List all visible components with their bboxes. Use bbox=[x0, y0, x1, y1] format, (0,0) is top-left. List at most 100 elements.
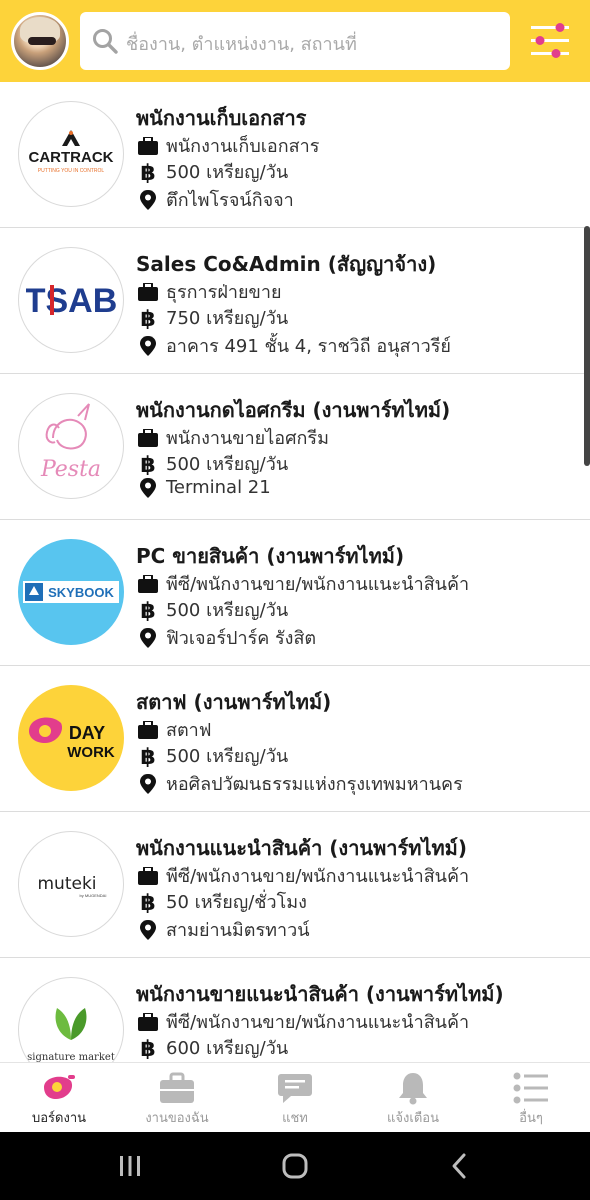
search-icon bbox=[93, 29, 118, 54]
baht-icon: ฿ bbox=[140, 891, 155, 913]
job-title: Sales Co&Admin (สัญญาจ้าง) bbox=[136, 252, 437, 276]
job-wage: ฿ 50 เหรียญ/ชั่วโมง bbox=[138, 887, 307, 916]
job-wage: ฿ 750 เหรียญ/วัน bbox=[138, 303, 288, 332]
job-title: สตาฟ (งานพาร์ทไทม์) bbox=[136, 690, 332, 714]
job-position: พีซี/พนักงานขาย/พนักงานแนะนำสินค้า bbox=[138, 569, 469, 598]
svg-text:WORK: WORK bbox=[67, 744, 115, 761]
job-card[interactable]: CARTRACK PUTTING YOU IN CONTROL พนักงานเ… bbox=[0, 82, 590, 228]
tab-notifications[interactable]: แจ้งเตือน bbox=[354, 1063, 472, 1132]
map-pin-icon bbox=[140, 919, 156, 940]
svg-text:PUTTING YOU IN CONTROL: PUTTING YOU IN CONTROL bbox=[38, 168, 105, 174]
more-list-icon bbox=[513, 1072, 548, 1104]
svg-text:TSAB: TSAB bbox=[26, 282, 116, 320]
baht-icon: ฿ bbox=[140, 745, 155, 767]
job-title: พนักงานแนะนำสินค้า (งานพาร์ทไทม์) bbox=[136, 836, 468, 860]
chat-icon bbox=[278, 1074, 312, 1103]
svg-text:CARTRACK: CARTRACK bbox=[29, 149, 114, 166]
job-position: พนักงานขายไอศกรีม bbox=[138, 423, 329, 452]
home-icon[interactable] bbox=[278, 1150, 312, 1182]
briefcase-icon bbox=[138, 574, 158, 593]
svg-text:฿: ฿ bbox=[140, 307, 155, 329]
job-position: พีซี/พนักงานขาย/พนักงานแนะนำสินค้า bbox=[138, 861, 469, 890]
job-location: สามย่านมิตรทาวน์ bbox=[138, 915, 310, 944]
job-card[interactable]: muteki by MUGENDAI พนักงานแนะนำสินค้า (ง… bbox=[0, 812, 590, 958]
job-position: ธุรการฝ่ายขาย bbox=[138, 277, 282, 306]
briefcase-icon bbox=[138, 866, 158, 885]
map-pin-icon bbox=[140, 773, 156, 794]
baht-icon: ฿ bbox=[140, 599, 155, 621]
baht-icon: ฿ bbox=[140, 307, 155, 329]
briefcase-icon bbox=[160, 1072, 194, 1103]
job-title: พนักงานกดไอศกรีม (งานพาร์ทไทม์) bbox=[136, 398, 451, 422]
briefcase-icon bbox=[138, 720, 158, 739]
job-wage: ฿ 600 เหรียญ/วัน bbox=[138, 1033, 288, 1062]
svg-text:฿: ฿ bbox=[140, 891, 155, 913]
svg-text:฿: ฿ bbox=[140, 1037, 155, 1059]
svg-text:DAY: DAY bbox=[69, 723, 105, 743]
svg-text:by MUGENDAI: by MUGENDAI bbox=[80, 893, 107, 898]
job-wage: ฿ 500 เหรียญ/วัน bbox=[138, 157, 288, 186]
svg-text:฿: ฿ bbox=[140, 453, 155, 475]
job-card[interactable]: DAY WORK สตาฟ (งานพาร์ทไทม์) สตาฟ ฿ 500 … bbox=[0, 666, 590, 812]
job-card[interactable]: TSAB Sales Co&Admin (สัญญาจ้าง) ธุรการฝ่… bbox=[0, 228, 590, 374]
job-card[interactable]: signature market พนักงานขายแนะนำสินค้า (… bbox=[0, 958, 590, 1062]
job-title: PC ขายสินค้า (งานพาร์ทไทม์) bbox=[136, 544, 405, 568]
job-board-icon bbox=[44, 1075, 75, 1099]
svg-text:฿: ฿ bbox=[140, 599, 155, 621]
svg-text:SKYBOOK: SKYBOOK bbox=[48, 585, 114, 600]
avatar[interactable] bbox=[11, 12, 69, 70]
tab-more[interactable]: อื่นๆ bbox=[472, 1063, 590, 1132]
company-logo: SKYBOOK bbox=[18, 539, 124, 645]
company-logo: TSAB bbox=[18, 247, 124, 353]
search-input[interactable]: ชื่องาน, ตำแหน่งงาน, สถานที่ bbox=[80, 12, 510, 70]
baht-icon: ฿ bbox=[140, 453, 155, 475]
tab-my-jobs[interactable]: งานของฉัน bbox=[118, 1063, 236, 1132]
job-wage: ฿ 500 เหรียญ/วัน bbox=[138, 595, 288, 624]
company-logo: CARTRACK PUTTING YOU IN CONTROL bbox=[18, 101, 124, 207]
briefcase-icon bbox=[138, 428, 158, 447]
svg-text:Pesta: Pesta bbox=[40, 457, 101, 482]
company-logo: DAY WORK bbox=[18, 685, 124, 791]
job-location: ตึกไพโรจน์กิจจา bbox=[138, 185, 294, 214]
job-position: พนักงานเก็บเอกสาร bbox=[138, 131, 319, 160]
job-location: Terminal 21 bbox=[138, 477, 271, 498]
job-wage: ฿ 500 เหรียญ/วัน bbox=[138, 449, 288, 478]
job-wage: ฿ 500 เหรียญ/วัน bbox=[138, 741, 288, 770]
map-pin-icon bbox=[140, 335, 156, 356]
scrollbar[interactable] bbox=[584, 226, 590, 466]
job-list[interactable]: CARTRACK PUTTING YOU IN CONTROL พนักงานเ… bbox=[0, 82, 590, 1062]
tab-chat[interactable]: แชท bbox=[236, 1063, 354, 1132]
job-card[interactable]: SKYBOOK PC ขายสินค้า (งานพาร์ทไทม์) พีซี… bbox=[0, 520, 590, 666]
filter-icon[interactable] bbox=[528, 20, 572, 62]
job-location: อาคาร 491 ชั้น 4, ราชวิถี อนุสาวรีย์ bbox=[138, 331, 451, 360]
briefcase-icon bbox=[138, 1012, 158, 1031]
map-pin-icon bbox=[140, 477, 156, 498]
job-title: พนักงานเก็บเอกสาร bbox=[136, 106, 307, 130]
briefcase-icon bbox=[138, 136, 158, 155]
map-pin-icon bbox=[140, 627, 156, 648]
job-card[interactable]: Pesta พนักงานกดไอศกรีม (งานพาร์ทไทม์) พน… bbox=[0, 374, 590, 520]
tab-job-board[interactable]: บอร์ดงาน bbox=[0, 1063, 118, 1132]
bell-icon bbox=[399, 1073, 427, 1105]
briefcase-icon bbox=[138, 282, 158, 301]
svg-text:signature market: signature market bbox=[27, 1052, 115, 1062]
top-bar: ชื่องาน, ตำแหน่งงาน, สถานที่ bbox=[0, 0, 590, 82]
svg-text:฿: ฿ bbox=[140, 745, 155, 767]
company-logo: muteki by MUGENDAI bbox=[18, 831, 124, 937]
svg-text:muteki: muteki bbox=[37, 874, 96, 894]
baht-icon: ฿ bbox=[140, 1037, 155, 1059]
job-location: หอศิลปวัฒนธรรมแห่งกรุงเทพมหานคร bbox=[138, 769, 463, 798]
search-placeholder: ชื่องาน, ตำแหน่งงาน, สถานที่ bbox=[126, 34, 357, 55]
job-position: สตาฟ bbox=[138, 715, 212, 744]
company-logo: signature market bbox=[18, 977, 124, 1062]
back-icon[interactable] bbox=[444, 1150, 478, 1182]
svg-text:฿: ฿ bbox=[140, 161, 155, 183]
recent-apps-icon[interactable] bbox=[113, 1150, 147, 1182]
job-position: พีซี/พนักงานขาย/พนักงานแนะนำสินค้า bbox=[138, 1007, 469, 1036]
job-title: พนักงานขายแนะนำสินค้า (งานพาร์ทไทม์) bbox=[136, 982, 504, 1006]
system-nav-bar bbox=[0, 1132, 590, 1200]
map-pin-icon bbox=[140, 189, 156, 210]
job-location: ฟิวเจอร์ปาร์ค รังสิต bbox=[138, 623, 316, 652]
bottom-tab-bar: บอร์ดงาน งานของฉัน แชท แจ้งเตือน อื่นๆ bbox=[0, 1062, 590, 1132]
company-logo: Pesta bbox=[18, 393, 124, 499]
